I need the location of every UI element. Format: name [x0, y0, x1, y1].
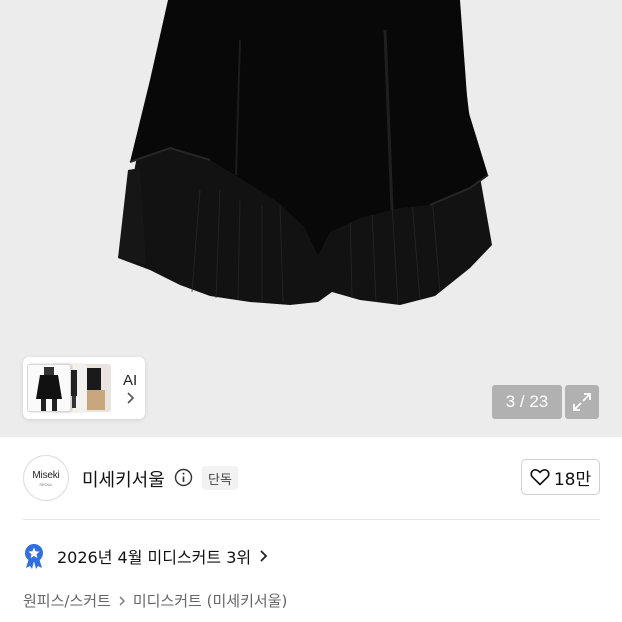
seller-name[interactable]: 미세키서울: [82, 466, 165, 492]
ai-thumbnails: [27, 361, 111, 415]
ranking-badge-icon: [25, 544, 43, 569]
ai-label: AI: [123, 371, 138, 389]
exclusive-badge: 단독: [202, 466, 238, 490]
seller-logo[interactable]: Miseki SEOUL: [23, 455, 69, 501]
ranking-text: 2026년 4월 미디스커트 3위: [57, 548, 252, 567]
logo-text: Miseki: [32, 469, 60, 481]
info-icon[interactable]: [174, 468, 193, 487]
chevron-right-icon: [260, 550, 268, 562]
heart-icon: [530, 469, 550, 486]
breadcrumb: 원피스/스커트 미디스커트 (미세키서울): [23, 590, 287, 611]
expand-icon: [573, 393, 591, 411]
chevron-right-icon: [118, 595, 126, 607]
like-button[interactable]: 18만: [521, 459, 600, 495]
image-counter: 3 / 23: [492, 385, 562, 419]
thumbnail-1: [27, 364, 71, 412]
ai-similar-items-card[interactable]: AI: [23, 357, 145, 419]
seller-row: Miseki SEOUL 미세키서울 단독 18만: [0, 437, 622, 519]
breadcrumb-category[interactable]: 원피스/스커트: [23, 590, 111, 611]
divider: [23, 519, 600, 520]
expand-button[interactable]: [565, 385, 599, 419]
product-image[interactable]: AI 3 / 23: [0, 0, 622, 437]
like-count: 18만: [553, 469, 592, 490]
ranking-link[interactable]: 2026년 4월 미디스커트 3위: [23, 540, 268, 572]
chevron-right-icon: [127, 391, 135, 404]
breadcrumb-subcategory[interactable]: 미디스커트 (미세키서울): [133, 590, 287, 611]
logo-subtext: SEOUL: [39, 481, 53, 487]
